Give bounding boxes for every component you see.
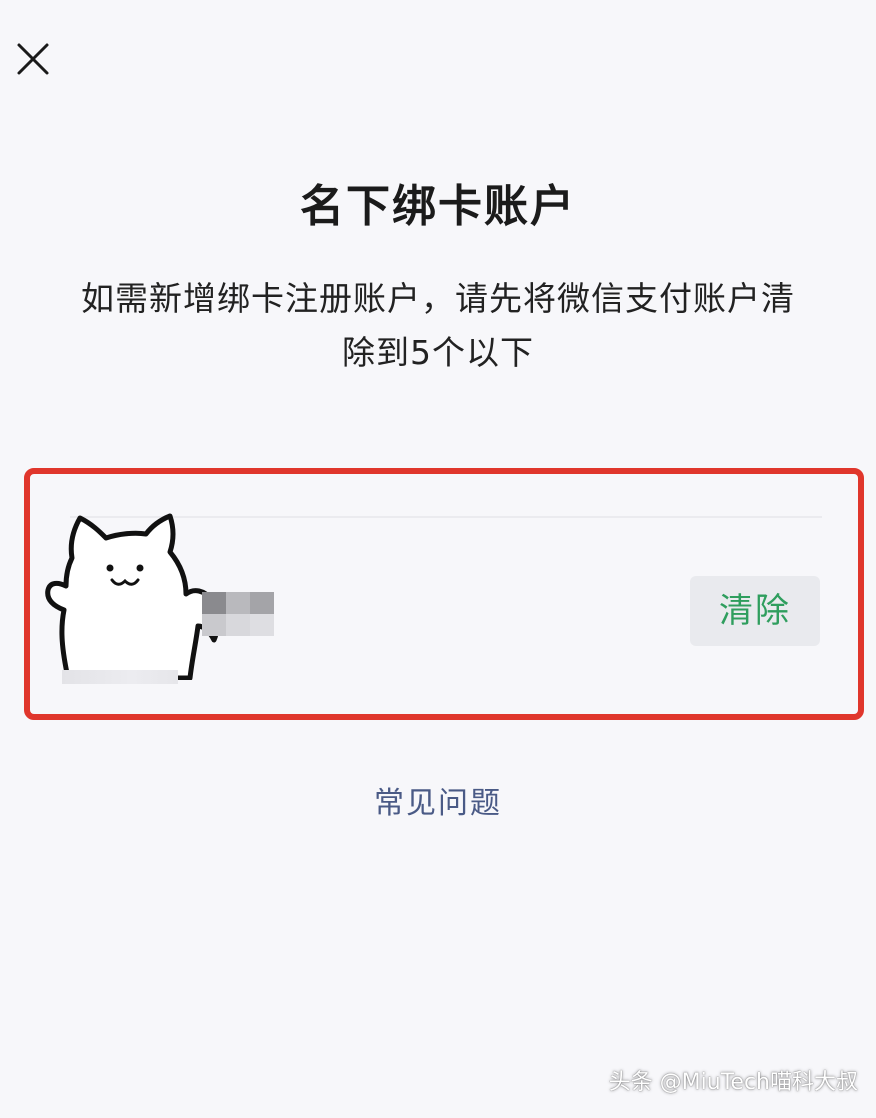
page-title: 名下绑卡账户	[300, 181, 576, 232]
account-card: 清除	[24, 468, 864, 720]
blurred-account-name	[202, 592, 274, 636]
close-icon	[17, 43, 49, 75]
faq-link[interactable]: 常见问题	[0, 778, 876, 822]
description-text: 如需新增绑卡注册账户，请先将微信支付账户清除到5个以下	[81, 279, 795, 372]
close-button[interactable]	[12, 38, 54, 80]
clear-button[interactable]: 清除	[690, 576, 820, 646]
watermark: 头条 @MiuTech喵科大叔	[608, 1070, 858, 1095]
blurred-account-detail	[62, 670, 178, 684]
